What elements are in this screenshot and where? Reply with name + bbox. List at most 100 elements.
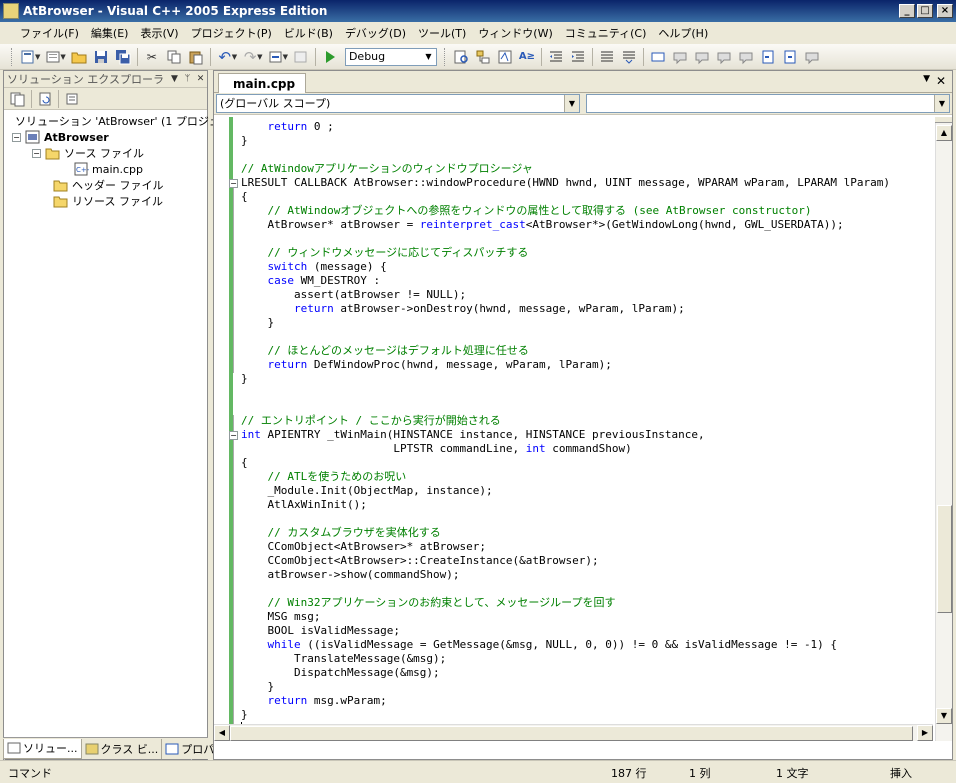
collapse-function-icon[interactable]: −: [229, 431, 238, 440]
increase-indent-icon[interactable]: [567, 46, 589, 68]
code-line: // Win32アプリケーションのお約束として、メッセージループを回す: [267, 596, 616, 609]
panel-close-icon[interactable]: ✕: [194, 74, 207, 84]
editor-horizontal-scrollbar[interactable]: ◀ ▶: [214, 724, 933, 741]
bookmark-next-folder-icon[interactable]: [735, 46, 757, 68]
start-debugging-icon[interactable]: [319, 46, 341, 68]
menu-community[interactable]: コミュニティ(C): [559, 25, 653, 41]
editor-vertical-scrollbar[interactable]: ▲ ▼: [935, 117, 952, 741]
copy-icon[interactable]: [163, 46, 185, 68]
collapse-icon[interactable]: −: [32, 148, 41, 158]
code-line: assert(atBrowser != NULL);: [241, 288, 467, 301]
menu-window[interactable]: ウィンドウ(W): [472, 25, 558, 41]
properties-pane-icon[interactable]: [62, 89, 82, 109]
bookmark-prev-folder-icon[interactable]: [713, 46, 735, 68]
scroll-down-icon[interactable]: ▼: [936, 708, 952, 724]
menu-project[interactable]: プロジェクト(P): [185, 25, 278, 41]
tree-source-files-folder[interactable]: − ソース ファイル: [4, 145, 207, 161]
svg-text:C++: C++: [76, 166, 89, 174]
code-line: DispatchMessage(&msg);: [241, 666, 440, 679]
code-line: switch (message) {: [267, 260, 387, 273]
tree-solution-node[interactable]: ソリューション 'AtBrowser' (1 プロジェクト): [4, 113, 246, 129]
chevron-down-icon: ▼: [564, 95, 579, 112]
status-column: 1 列: [689, 767, 711, 780]
save-icon[interactable]: [90, 46, 112, 68]
solution-configuration-combo[interactable]: Debug ▼: [344, 47, 437, 66]
bookmark-next-icon[interactable]: [691, 46, 713, 68]
find-in-files-icon[interactable]: [450, 46, 472, 68]
code-line: AtBrowser* atBrowser = reinterpret_cast<…: [241, 218, 844, 231]
toolbar-grip[interactable]: [11, 47, 14, 66]
status-insert-mode: 挿入: [890, 767, 912, 780]
menu-debug[interactable]: デバッグ(D): [339, 25, 412, 41]
pin-icon[interactable]: ᛘ: [181, 74, 194, 84]
tree-resource-files-folder[interactable]: リソース ファイル: [4, 193, 207, 209]
code-line: {: [241, 190, 248, 203]
minimize-button[interactable]: _: [899, 4, 915, 18]
scroll-up-icon[interactable]: ▲: [936, 125, 952, 141]
menu-tools[interactable]: ツール(T): [412, 25, 472, 41]
tree-project-node[interactable]: − AtBrowser: [4, 129, 207, 145]
bookmark-next-doc-icon[interactable]: [779, 46, 801, 68]
tree-main-cpp[interactable]: C++ main.cpp: [4, 161, 207, 177]
scroll-left-icon[interactable]: ◀: [214, 725, 230, 741]
close-button[interactable]: ×: [937, 4, 953, 18]
tree-label-main-cpp: main.cpp: [92, 162, 143, 176]
code-line: }: [241, 372, 248, 385]
decrease-indent-icon[interactable]: [545, 46, 567, 68]
bookmark-clear-icon[interactable]: [801, 46, 823, 68]
tab-class-view[interactable]: クラス ビ...: [82, 738, 163, 759]
scope-dropdown[interactable]: (グローバル スコープ) ▼: [216, 94, 580, 113]
collapse-function-icon[interactable]: −: [229, 179, 238, 188]
horizontal-scroll-thumb[interactable]: [230, 726, 913, 741]
splitter-handle[interactable]: [935, 117, 952, 123]
code-line: while ((isValidMessage = GetMessage(&msg…: [267, 638, 838, 651]
tab-main-cpp[interactable]: main.cpp: [218, 73, 307, 93]
bookmark-previous-icon[interactable]: [669, 46, 691, 68]
bookmark-prev-doc-icon[interactable]: [757, 46, 779, 68]
close-document-icon[interactable]: ✕: [936, 74, 946, 88]
refresh-icon[interactable]: [35, 89, 55, 109]
navigate-forward-icon[interactable]: [290, 46, 312, 68]
active-files-dropdown-icon[interactable]: ▼: [923, 74, 930, 84]
configuration-value: Debug: [348, 50, 386, 63]
open-folder-icon[interactable]: [68, 46, 90, 68]
code-line: CComObject<AtBrowser>::CreateInstance(&a…: [241, 554, 599, 567]
code-line: // AtWindowオブジェクトへの参照をウィンドウの属性として取得する (s…: [267, 204, 812, 217]
menu-file[interactable]: ファイル(F): [14, 25, 85, 41]
scroll-right-icon[interactable]: ▶: [917, 725, 933, 741]
tree-header-files-folder[interactable]: ヘッダー ファイル: [4, 177, 207, 193]
spellcheck-icon[interactable]: A≥: [516, 46, 538, 68]
menu-view[interactable]: 表示(V): [134, 25, 184, 41]
tab-solution-explorer[interactable]: ソリュー...: [3, 738, 82, 759]
toolbar-grip-2[interactable]: [443, 47, 447, 66]
solution-explorer-icon[interactable]: [472, 46, 494, 68]
properties-icon[interactable]: [494, 46, 516, 68]
maximize-button[interactable]: □: [917, 4, 933, 18]
code-text-area[interactable]: − − return 0 ;} // AtWindowアプリケーションのウィンド…: [214, 117, 933, 741]
collapse-icon[interactable]: −: [12, 132, 21, 142]
solution-explorer-tab-icon: [7, 742, 21, 754]
menu-help[interactable]: ヘルプ(H): [652, 25, 714, 41]
paste-icon[interactable]: [185, 46, 207, 68]
show-all-files-icon[interactable]: [8, 89, 28, 109]
tree-label-source-files: ソース ファイル: [64, 147, 144, 160]
code-line: return msg.wParam;: [267, 694, 387, 707]
vertical-scroll-thumb[interactable]: [937, 505, 952, 613]
cut-icon[interactable]: ✂: [141, 46, 163, 68]
code-line: }: [241, 134, 248, 147]
bookmark-toggle-icon[interactable]: [647, 46, 669, 68]
menu-edit[interactable]: 編集(E): [85, 25, 135, 41]
code-line: }: [241, 680, 275, 693]
menu-build[interactable]: ビルド(B): [278, 25, 339, 41]
save-all-icon[interactable]: [112, 46, 134, 68]
tree-label-resource-files: リソース ファイル: [72, 195, 163, 208]
window-position-icon[interactable]: ▼: [168, 74, 181, 84]
uncomment-lines-icon[interactable]: [618, 46, 640, 68]
window-title: AtBrowser - Visual C++ 2005 Express Edit…: [23, 4, 328, 18]
chevron-down-icon: ▼: [425, 51, 432, 61]
comment-lines-icon[interactable]: [596, 46, 618, 68]
solution-explorer-toolbar: [4, 88, 207, 110]
member-dropdown[interactable]: ▼: [586, 94, 950, 113]
